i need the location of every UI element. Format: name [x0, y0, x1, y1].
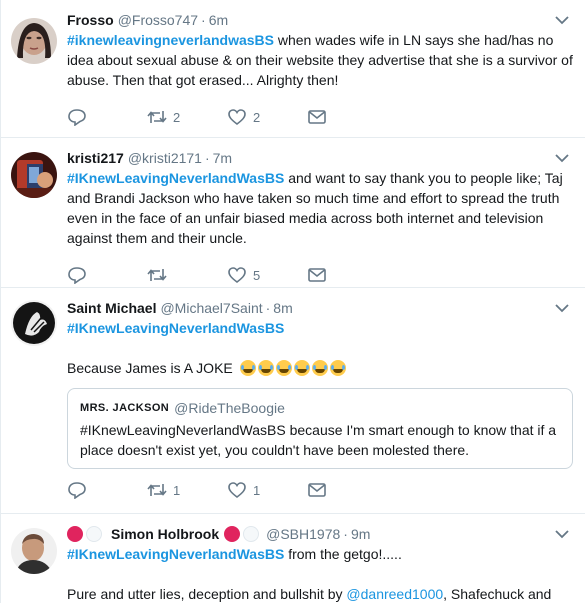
avatar[interactable]: [11, 300, 57, 346]
separator: ·: [204, 150, 210, 166]
tweet-body: from the getgo!.....: [284, 546, 402, 562]
dm-button[interactable]: [307, 108, 387, 126]
tweet-body-line2: Pure and utter lies, deception and bulls…: [67, 586, 347, 602]
hashtag-link[interactable]: #iknewleavingneverlandwasBS: [67, 32, 274, 48]
timestamp[interactable]: 7m: [213, 150, 232, 166]
heart-badge-icon: [67, 526, 83, 542]
avatar[interactable]: [11, 152, 57, 198]
dm-icon: [308, 110, 326, 124]
timestamp[interactable]: 6m: [209, 12, 228, 28]
tears-of-joy-emoji: [293, 360, 310, 376]
tweet[interactable]: kristi217 @kristi2171 · 7m #IKnewLeaving…: [1, 138, 585, 288]
chevron-down-icon[interactable]: [555, 15, 569, 25]
tears-of-joy-emoji-group: [239, 360, 348, 376]
hashtag-link[interactable]: #IKnewLeavingNeverlandWasBS: [67, 320, 284, 336]
retweet-icon: [147, 111, 167, 123]
quoted-tweet-text: #IKnewLeavingNeverlandWasBS because I'm …: [80, 422, 557, 458]
avatar[interactable]: [11, 18, 57, 64]
dm-icon: [308, 483, 326, 497]
author-handle[interactable]: @kristi2171: [128, 150, 202, 166]
author-name[interactable]: Saint Michael: [67, 300, 156, 316]
author-handle[interactable]: @Frosso747: [118, 12, 198, 28]
author-name[interactable]: Simon Holbrook: [111, 526, 219, 542]
quoted-tweet[interactable]: MRS. JACKSON @RideTheBoogie #IKnewLeavin…: [67, 388, 573, 469]
like-icon: [228, 109, 246, 126]
author-handle[interactable]: @Michael7Saint: [160, 300, 262, 316]
dm-button[interactable]: [307, 481, 387, 499]
retweet-count: 1: [173, 482, 181, 498]
tweet-text: #IKnewLeavingNeverlandWasBS Because Jame…: [67, 318, 573, 378]
quoted-author-handle: @RideTheBoogie: [174, 400, 285, 416]
chevron-down-icon[interactable]: [555, 153, 569, 163]
timeline: Frosso @Frosso747 · 6m #iknewleavingneve…: [0, 0, 585, 603]
tweet-body: Because James is A JOKE: [67, 360, 233, 376]
hashtag-link[interactable]: #IKnewLeavingNeverlandWasBS: [67, 170, 284, 186]
reply-button[interactable]: [67, 108, 147, 126]
like-icon: [228, 482, 246, 499]
like-button[interactable]: 5: [227, 266, 307, 284]
like-button[interactable]: 2: [227, 108, 307, 126]
timestamp[interactable]: 9m: [351, 526, 370, 542]
tweet-actions: 2 2: [67, 98, 573, 134]
avatar[interactable]: [11, 528, 57, 574]
tweet-actions: 5: [67, 256, 573, 292]
tears-of-joy-emoji: [239, 360, 256, 376]
reply-button[interactable]: [67, 266, 147, 284]
timestamp[interactable]: 8m: [273, 300, 292, 316]
tweet[interactable]: Simon Holbrook @SBH1978 · 9m #IKnewLeavi…: [1, 514, 585, 603]
tears-of-joy-emoji: [329, 360, 346, 376]
chevron-down-icon[interactable]: [555, 303, 569, 313]
retweet-button[interactable]: 2: [147, 108, 227, 126]
reply-button[interactable]: [67, 481, 147, 499]
like-button[interactable]: 1: [227, 481, 307, 499]
retweet-icon: [147, 269, 167, 281]
dm-icon: [308, 268, 326, 282]
circle-badge-icon: [86, 526, 102, 542]
retweet-button[interactable]: 1: [147, 481, 227, 499]
tweet-text: #IKnewLeavingNeverlandWasBS and want to …: [67, 168, 573, 248]
mention-link[interactable]: @danreed1000: [346, 586, 443, 602]
quoted-author-name: MRS. JACKSON: [80, 402, 170, 414]
separator: ·: [343, 526, 348, 542]
tweet-text: #IKnewLeavingNeverlandWasBS from the get…: [67, 544, 573, 603]
reply-icon: [68, 109, 86, 126]
like-count: 1: [253, 482, 261, 498]
tweet[interactable]: Saint Michael @Michael7Saint · 8m #IKnew…: [1, 288, 585, 514]
like-count: 2: [253, 109, 261, 125]
author-name[interactable]: kristi217: [67, 150, 124, 166]
author-name[interactable]: Frosso: [67, 12, 114, 28]
hashtag-link[interactable]: #IKnewLeavingNeverlandWasBS: [67, 546, 284, 562]
tweet-body-line2-end: , Shafechuck and: [443, 586, 552, 602]
tears-of-joy-emoji: [311, 360, 328, 376]
retweet-button[interactable]: [147, 266, 227, 284]
reply-icon: [68, 267, 86, 284]
retweet-count: 2: [173, 109, 181, 125]
circle-badge-icon: [243, 526, 260, 542]
like-count: 5: [253, 267, 261, 283]
chevron-down-icon[interactable]: [555, 529, 569, 539]
separator: ·: [265, 300, 271, 316]
author-handle[interactable]: @SBH1978: [266, 526, 340, 542]
retweet-icon: [147, 484, 167, 496]
tweet-text: #iknewleavingneverlandwasBS when wades w…: [67, 30, 573, 90]
reply-icon: [68, 482, 86, 499]
tears-of-joy-emoji: [275, 360, 292, 376]
tweet[interactable]: Frosso @Frosso747 · 6m #iknewleavingneve…: [1, 0, 585, 138]
dm-button[interactable]: [307, 266, 387, 284]
heart-badge-icon: [224, 526, 241, 542]
separator: ·: [201, 12, 206, 28]
tears-of-joy-emoji: [257, 360, 274, 376]
like-icon: [228, 267, 246, 284]
tweet-actions: 1 1: [67, 471, 573, 507]
